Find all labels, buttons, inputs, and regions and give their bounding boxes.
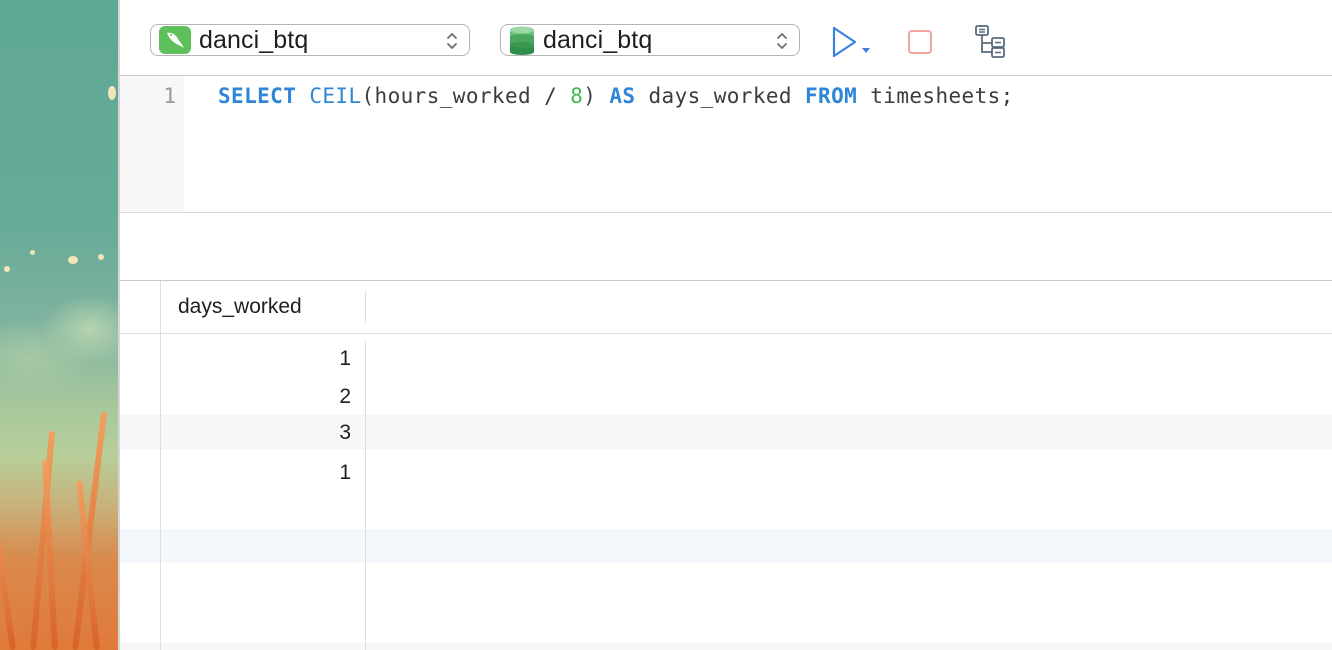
stop-query-button[interactable] (900, 24, 940, 60)
table-cell[interactable]: 2 (161, 385, 351, 409)
editor-results-divider[interactable] (120, 213, 1332, 281)
sql-text: ) (583, 84, 610, 108)
sql-code-line[interactable]: SELECT CEIL(hours_worked / 8) AS days_wo… (218, 84, 1014, 108)
sql-keyword: SELECT (218, 84, 297, 108)
table-row[interactable]: 1 (120, 455, 1332, 489)
sql-text: days_worked (635, 84, 805, 108)
play-icon (832, 26, 870, 58)
explain-plan-button[interactable] (970, 24, 1010, 60)
connection-selector[interactable]: danci_btq (150, 24, 470, 56)
column-resize-handle[interactable] (365, 291, 366, 323)
line-number: 1 (163, 84, 176, 108)
empty-row (120, 529, 1332, 563)
sql-number: 8 (570, 84, 584, 108)
column-header-days-worked[interactable]: days_worked (178, 295, 302, 319)
chevron-updown-icon (777, 33, 787, 49)
table-row[interactable]: 3 (120, 415, 1332, 449)
mysql-dolphin-icon (159, 26, 191, 54)
sql-function: CEIL (309, 84, 362, 108)
results-grid[interactable]: days_worked 1 2 3 1 (120, 281, 1332, 650)
run-query-button[interactable] (826, 24, 876, 60)
database-cylinder-icon (510, 26, 534, 55)
table-cell[interactable]: 1 (161, 461, 351, 485)
line-number-gutter: 1 (120, 76, 184, 212)
empty-row (120, 643, 1332, 650)
sql-keyword: FROM (805, 84, 858, 108)
sql-keyword: AS (609, 84, 636, 108)
results-header: days_worked (120, 281, 1332, 334)
chevron-updown-icon (447, 33, 457, 49)
query-toolbar: danci_btq danci_btq (120, 0, 1332, 76)
table-row[interactable]: 2 (120, 379, 1332, 413)
table-cell[interactable]: 3 (161, 421, 351, 445)
sql-text: (hours_worked / (361, 84, 571, 108)
database-name: danci_btq (543, 25, 653, 54)
row-header-gutter (120, 281, 161, 333)
connection-name: danci_btq (199, 25, 309, 54)
sql-text: timesheets; (857, 84, 1014, 108)
gutter-divider (160, 333, 161, 650)
explain-plan-icon (975, 25, 1005, 58)
database-selector[interactable]: danci_btq (500, 24, 800, 56)
desktop-wallpaper (0, 0, 118, 650)
table-cell[interactable]: 1 (161, 347, 351, 371)
sql-editor[interactable]: 1 SELECT CEIL(hours_worked / 8) AS days_… (120, 76, 1332, 213)
stop-icon (908, 30, 932, 54)
table-row[interactable]: 1 (120, 341, 1332, 375)
column-divider (365, 341, 366, 650)
